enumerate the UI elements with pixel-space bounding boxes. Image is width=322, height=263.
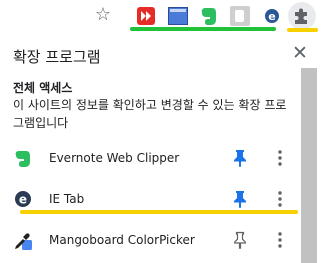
pin-icon[interactable] xyxy=(233,190,247,208)
ie-tab-toolbar-icon[interactable]: e xyxy=(263,6,281,26)
browser-toolbar: ☆ e xyxy=(0,0,322,32)
scrollbar[interactable] xyxy=(301,68,317,263)
extension-row-evernote[interactable]: Evernote Web Clipper xyxy=(0,139,300,177)
more-options-icon[interactable] xyxy=(272,230,288,250)
extension-row-mangoboard[interactable]: Mangoboard ColorPicker xyxy=(0,221,300,259)
more-options-icon[interactable] xyxy=(272,189,288,209)
colorpicker-icon xyxy=(13,230,33,250)
bookmark-star-icon[interactable]: ☆ xyxy=(93,4,113,25)
section-description: 이 사이트의 정보를 확인하고 변경할 수 있는 확장 프로그램입니다 xyxy=(13,98,287,130)
section-title: 전체 액세스 xyxy=(13,81,73,95)
extension-name: IE Tab xyxy=(49,192,85,206)
close-icon[interactable]: ✕ xyxy=(290,43,310,63)
red-extension-icon[interactable] xyxy=(137,7,155,25)
extension-name: Evernote Web Clipper xyxy=(49,151,180,165)
extensions-popup: 확장 프로그램 ✕ 전체 액세스 이 사이트의 정보를 확인하고 변경할 수 있… xyxy=(0,32,322,263)
evernote-toolbar-icon[interactable] xyxy=(200,6,218,26)
gray-extension-icon[interactable] xyxy=(230,6,250,26)
svg-text:e: e xyxy=(19,193,27,207)
pin-icon[interactable] xyxy=(233,149,247,167)
pin-outline-icon[interactable] xyxy=(233,231,247,249)
svg-text:e: e xyxy=(268,10,275,23)
extensions-puzzle-button[interactable] xyxy=(288,2,316,30)
puzzle-icon xyxy=(295,8,307,24)
popup-title: 확장 프로그램 xyxy=(13,48,101,66)
extension-name: Mangoboard ColorPicker xyxy=(49,233,195,247)
blue-extension-icon[interactable] xyxy=(168,7,188,25)
green-highlight-underline xyxy=(130,27,276,31)
ie-tab-icon: e xyxy=(13,189,33,209)
yellow-highlight-underline xyxy=(20,210,298,214)
evernote-icon xyxy=(13,148,33,168)
more-options-icon[interactable] xyxy=(272,148,288,168)
